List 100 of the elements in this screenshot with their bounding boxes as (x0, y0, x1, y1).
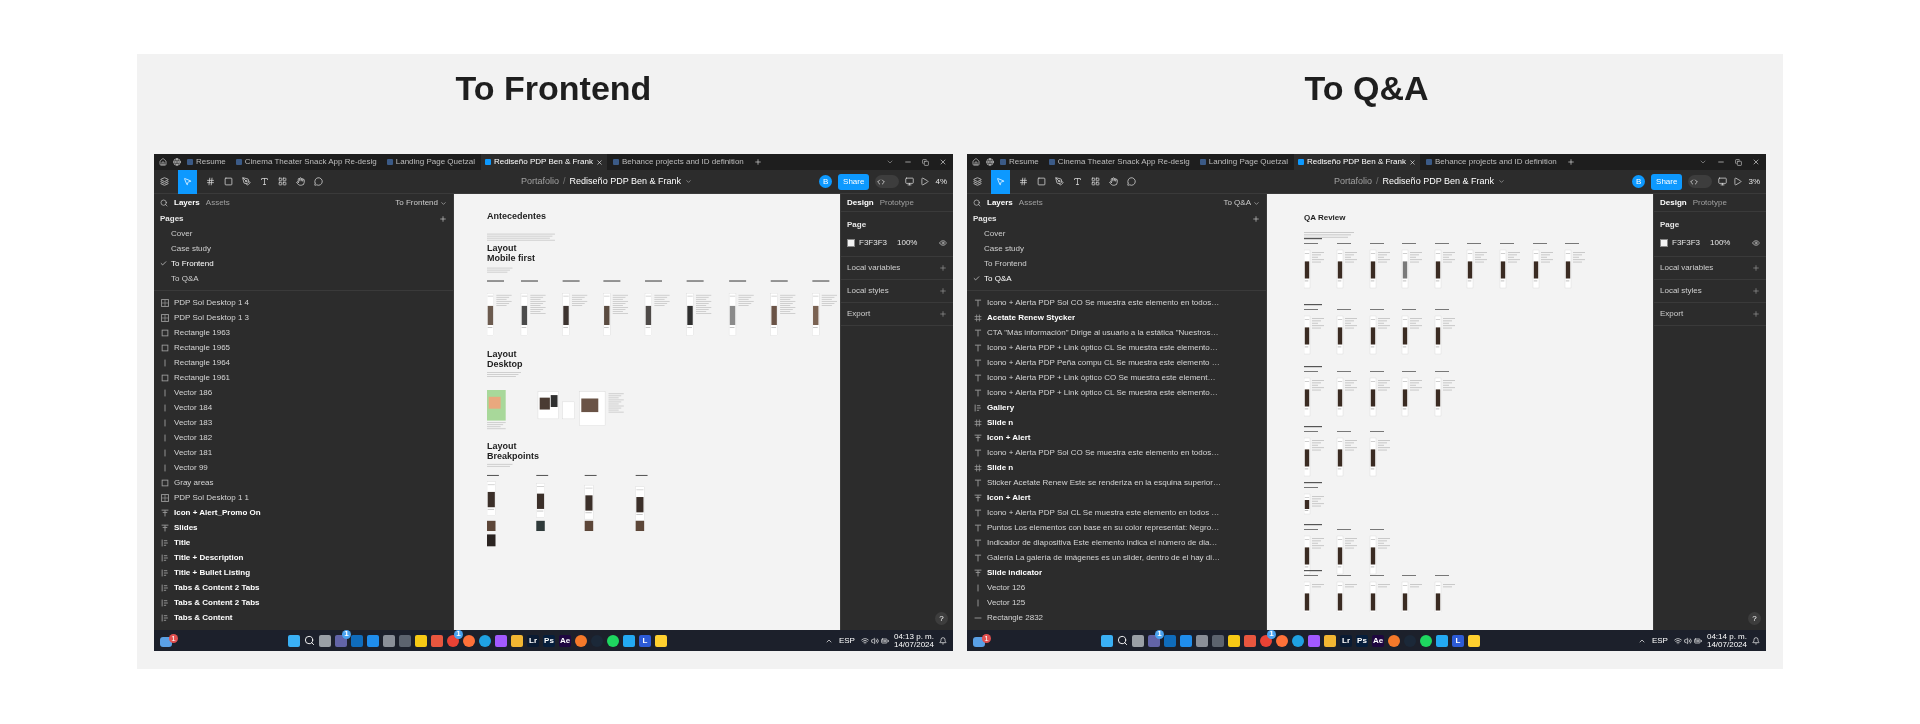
color-value[interactable]: F3F3F3 (1672, 237, 1700, 249)
app-icon[interactable]: Lr (527, 634, 539, 647)
app-icon[interactable] (1244, 634, 1256, 647)
layer-item[interactable]: Icono + Alerta PDP Sol CO Se muestra este elemento en todos… (967, 445, 1266, 460)
opacity-value[interactable]: 100% (897, 237, 918, 249)
comment-tool-icon[interactable] (1127, 177, 1136, 186)
file-tab[interactable]: Cinema Theater Snack App Re-desig (231, 154, 381, 170)
panel-tab[interactable]: Design (1660, 196, 1687, 209)
language-indicator[interactable]: ESP (1651, 634, 1668, 647)
layer-item[interactable]: Puntos Los elementos con base en su color representat: Negro… (967, 520, 1266, 535)
page-item[interactable]: Case study (967, 241, 1266, 256)
project-name[interactable]: Portafolio (1334, 174, 1373, 189)
chevron-icon[interactable] (886, 158, 894, 166)
search-icon[interactable] (160, 199, 168, 207)
app-icon[interactable] (1324, 634, 1336, 647)
file-tab[interactable]: Resume (183, 154, 230, 170)
layer-item[interactable]: Title (154, 535, 453, 550)
layer-item[interactable]: Rectangle 1965 (154, 340, 453, 355)
text-tool-icon[interactable] (1073, 177, 1082, 186)
volume-icon[interactable] (1683, 636, 1692, 645)
panel-section-title[interactable]: Local variables (847, 262, 901, 274)
app-icon[interactable] (1196, 634, 1208, 647)
panel-section-title[interactable]: Export (847, 308, 871, 320)
layer-item[interactable]: Rectangle 1963 (154, 325, 453, 340)
layer-item[interactable]: Title + Bullet Listing (154, 565, 453, 580)
layer-item[interactable]: Icono + Alerta PDP Sol CO Se muestra este elemento en todos… (967, 295, 1266, 310)
resources-icon[interactable] (278, 177, 287, 186)
clock[interactable]: 04:14 p. m. 14/07/2024 (1706, 632, 1747, 649)
opacity-value[interactable]: 100% (1710, 237, 1731, 249)
layer-item[interactable]: Gallery (967, 400, 1266, 415)
add-icon[interactable] (1752, 287, 1760, 295)
panel-section-title[interactable]: Local variables (1660, 262, 1714, 274)
add-icon[interactable] (1752, 264, 1760, 272)
page-item[interactable]: To Q&A (154, 271, 453, 286)
close-icon[interactable] (939, 158, 947, 166)
app-icon[interactable]: Lr (1340, 634, 1352, 647)
panel-tab[interactable]: Prototype (879, 196, 914, 209)
app-icon[interactable] (1420, 634, 1432, 647)
layer-item[interactable]: Icono + Alerta PDP + Link óptico CL Se muestra este elemento… (967, 385, 1266, 400)
sidebar-tab[interactable]: Assets (205, 197, 230, 209)
present-icon[interactable] (1718, 177, 1728, 186)
add-page-icon[interactable] (439, 215, 447, 223)
app-icon[interactable]: L (639, 634, 651, 647)
layer-item[interactable]: Galería La galería de imágenes es un slider, dentro de el hay di… (967, 550, 1266, 565)
layer-item[interactable]: Vector 186 (154, 385, 453, 400)
layer-item[interactable]: Icon + Alert_Promo On (154, 505, 453, 520)
visibility-icon[interactable] (939, 239, 947, 247)
present-icon[interactable] (905, 177, 915, 186)
layer-item[interactable]: Vector 182 (154, 430, 453, 445)
hand-tool-icon[interactable] (296, 177, 305, 186)
layer-item[interactable]: Rectangle 1961 (154, 370, 453, 385)
page-item[interactable]: To Q&A (967, 271, 1266, 286)
globe-icon[interactable] (173, 158, 181, 166)
layer-item[interactable]: PDP Sol Desktop 1 4 (154, 295, 453, 310)
help-button[interactable]: ? (1748, 612, 1761, 625)
layer-item[interactable]: Tabs & Content 2 Tabs (154, 580, 453, 595)
text-tool-icon[interactable] (260, 177, 269, 186)
layer-item[interactable]: Slides (154, 520, 453, 535)
file-tab[interactable]: Landing Page Quetzal (382, 154, 479, 170)
file-name[interactable]: Rediseño PDP Ben & Frank (1382, 174, 1494, 189)
add-icon[interactable] (939, 264, 947, 272)
frame-tool-icon[interactable] (206, 177, 215, 186)
visibility-icon[interactable] (1752, 239, 1760, 247)
zoom-level[interactable]: 4% (935, 175, 947, 188)
panel-tab[interactable]: Prototype (1692, 196, 1727, 209)
close-icon[interactable] (1752, 158, 1760, 166)
layer-item[interactable]: Vector 184 (154, 400, 453, 415)
panel-section-title[interactable]: Local styles (847, 285, 889, 297)
app-icon[interactable] (415, 634, 427, 647)
zoom-level[interactable]: 3% (1748, 175, 1760, 188)
add-page-icon[interactable] (1252, 215, 1260, 223)
app-icon[interactable] (1180, 634, 1192, 647)
layer-item[interactable]: Acetate Renew Stycker (967, 310, 1266, 325)
layer-item[interactable]: Vector 99 (154, 460, 453, 475)
color-value[interactable]: F3F3F3 (859, 237, 887, 249)
new-tab-icon[interactable] (1566, 158, 1575, 166)
close-icon[interactable] (595, 158, 603, 166)
layer-item[interactable]: Tabs & Content 2 Tabs (154, 595, 453, 610)
app-icon[interactable] (1132, 634, 1144, 647)
app-icon[interactable]: Ps (543, 634, 555, 647)
sidebar-tab[interactable]: Layers (174, 197, 200, 209)
layer-item[interactable]: Slide n (967, 460, 1266, 475)
wifi-icon[interactable] (1673, 636, 1682, 645)
page-item[interactable]: Case study (154, 241, 453, 256)
hand-tool-icon[interactable] (1109, 177, 1118, 186)
help-button[interactable]: ? (935, 612, 948, 625)
wifi-icon[interactable] (860, 636, 869, 645)
dev-mode-toggle[interactable] (1688, 175, 1713, 188)
page-dropdown[interactable]: To Frontend (395, 197, 447, 209)
app-icon[interactable]: Ae (1372, 634, 1384, 647)
pen-tool-icon[interactable] (1055, 177, 1064, 186)
app-icon[interactable] (1468, 634, 1480, 647)
layer-item[interactable]: Rectangle 1964 (154, 355, 453, 370)
home-icon[interactable] (972, 158, 980, 166)
sidebar-tab[interactable]: Layers (987, 197, 1013, 209)
battery-icon[interactable] (880, 636, 889, 645)
layer-item[interactable]: Icono + Alerta PDP + Link óptico CL Se muestra este elemento… (967, 340, 1266, 355)
app-icon[interactable]: Ae (559, 634, 571, 647)
project-name[interactable]: Portafolio (521, 174, 560, 189)
panel-tab[interactable]: Design (847, 196, 874, 209)
